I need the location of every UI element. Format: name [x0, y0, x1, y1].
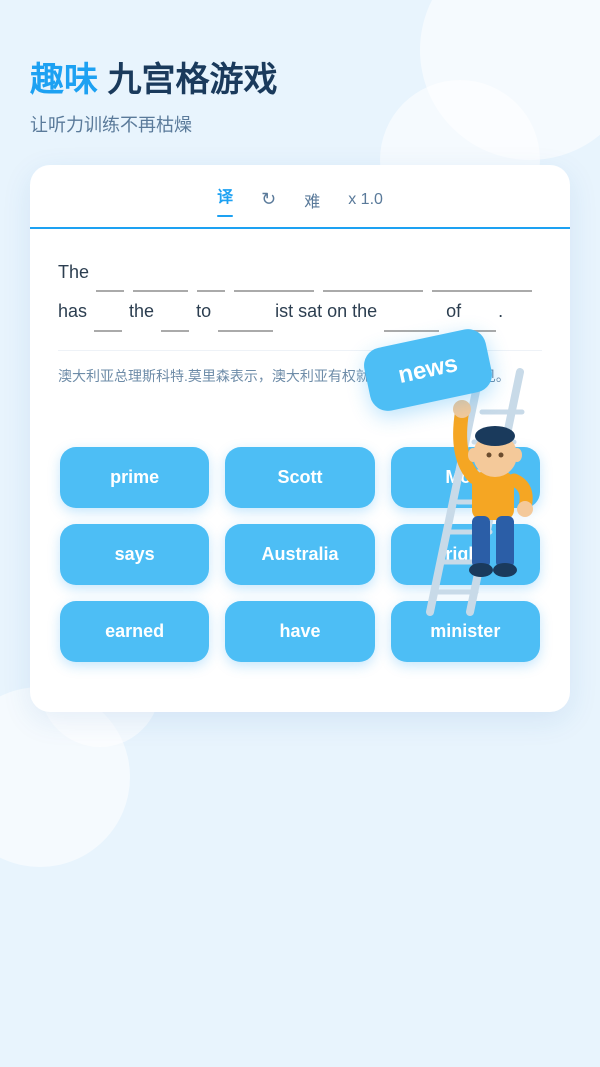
word-btn-earned[interactable]: earned [60, 601, 209, 662]
word-btn-prime[interactable]: prime [60, 447, 209, 508]
word-btn-says[interactable]: says [60, 524, 209, 585]
word-grid: prime Scott Morr says Australia right ea… [30, 429, 570, 682]
page-title: 趣味 九宫格游戏 [30, 60, 570, 101]
word-btn-minister[interactable]: minister [391, 601, 540, 662]
title-highlight: 趣味 [30, 61, 98, 99]
blank-3 [197, 288, 225, 292]
blank-2 [133, 288, 188, 292]
toolbar-refresh-icon[interactable]: ↻ [261, 189, 276, 210]
blank-1 [96, 288, 124, 292]
blank-4 [234, 288, 314, 292]
blank-7 [94, 328, 122, 332]
page-subtitle: 让听力训练不再枯燥 [30, 111, 570, 137]
word-btn-scott[interactable]: Scott [225, 447, 374, 508]
blank-6 [432, 288, 532, 292]
card-toolbar: 译 ↻ 难 x 1.0 [30, 165, 570, 229]
fill-in-sentence: The has the to ist sat on the of . [58, 253, 542, 332]
toolbar-difficulty[interactable]: 难 [304, 188, 320, 212]
toolbar-speed[interactable]: x 1.0 [348, 191, 383, 209]
word-btn-australia[interactable]: Australia [225, 524, 374, 585]
blank-8 [161, 328, 189, 332]
title-rest: 九宫格游戏 [98, 61, 277, 99]
main-card: 译 ↻ 难 x 1.0 The has the to ist sat on th… [30, 165, 570, 712]
word-btn-morr[interactable]: Morr [391, 447, 540, 508]
blank-5 [323, 288, 423, 292]
word-btn-right[interactable]: right [391, 524, 540, 585]
word-btn-have[interactable]: have [225, 601, 374, 662]
blank-9 [218, 328, 273, 332]
toolbar-translate[interactable]: 译 [217, 183, 233, 217]
blank-10 [384, 328, 439, 332]
